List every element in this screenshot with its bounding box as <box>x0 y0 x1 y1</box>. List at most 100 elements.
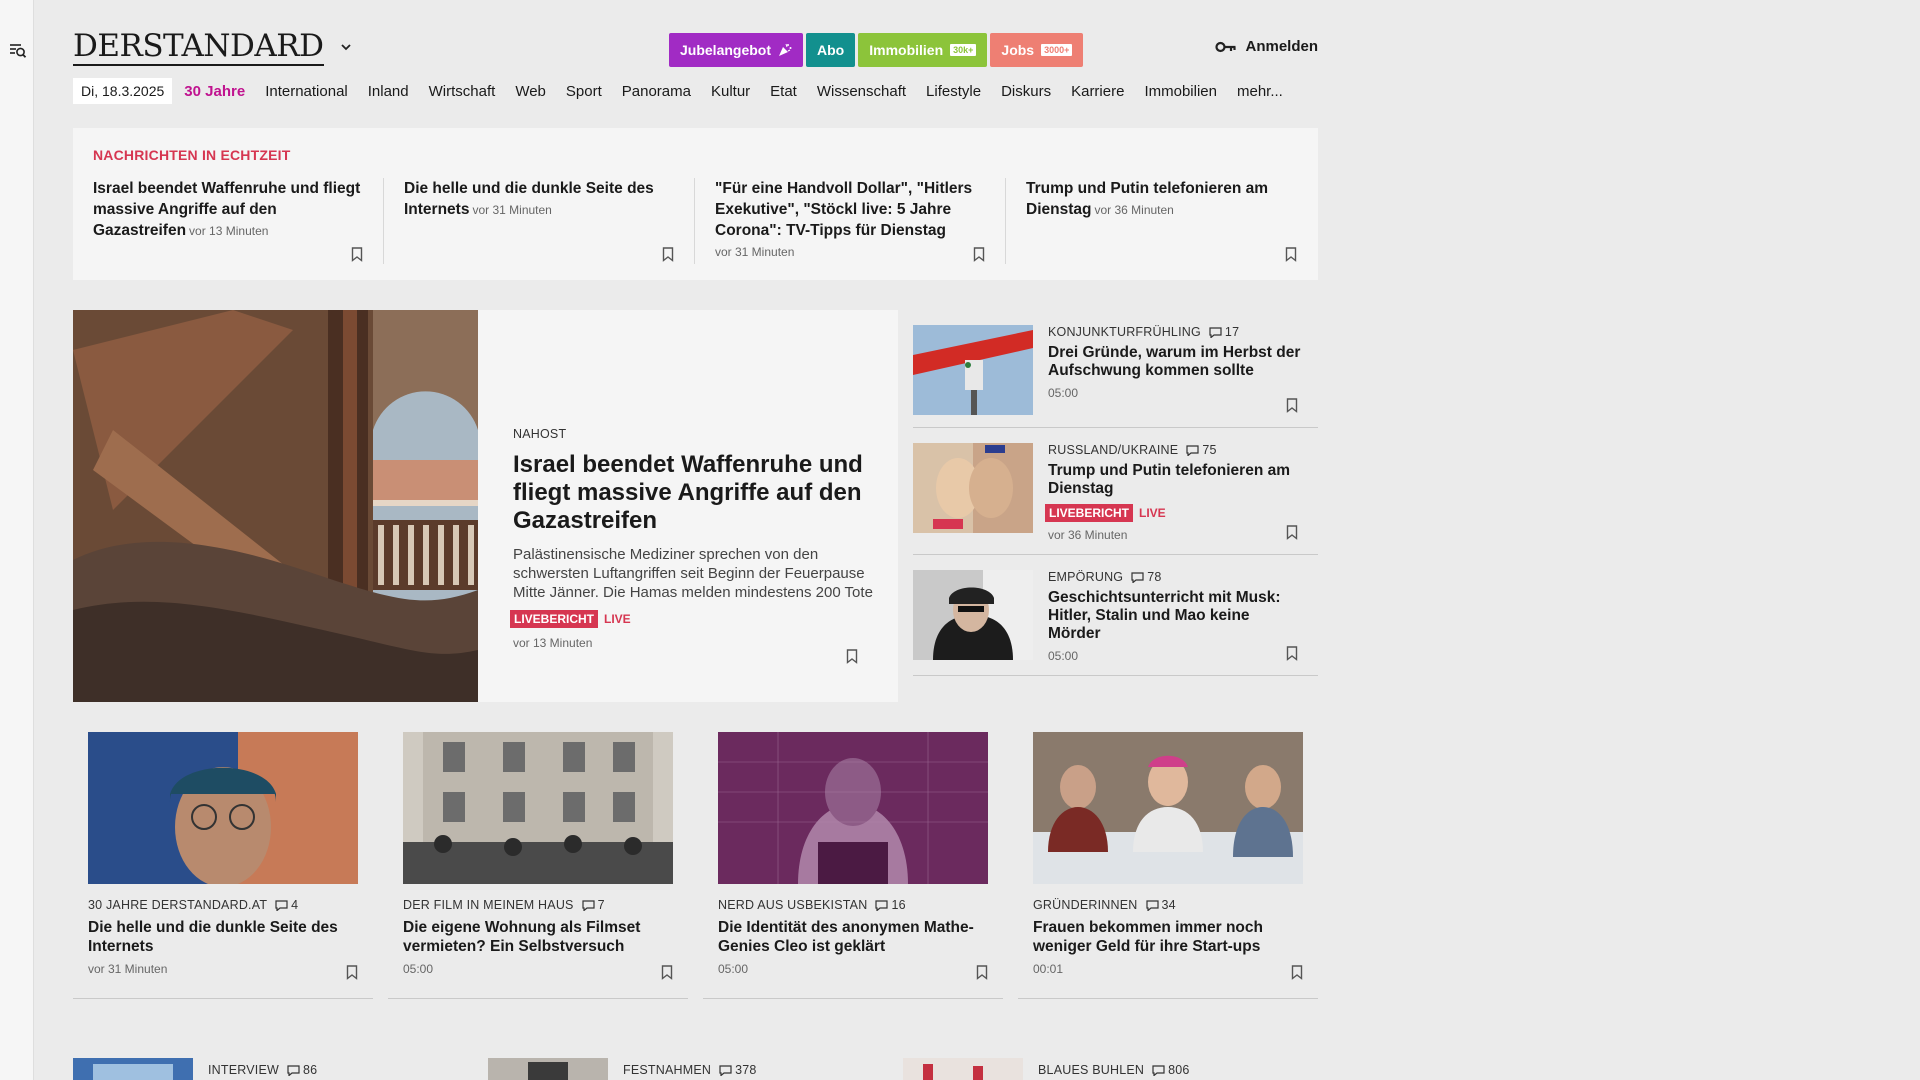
article-card[interactable]: 30 JAHRE DERSTANDARD.AT 4 Die helle und d… <box>73 716 373 999</box>
article-thumbnail[interactable] <box>488 1058 608 1080</box>
nav-item-diskurs[interactable]: Diskurs <box>1001 83 1051 100</box>
article-thumbnail[interactable] <box>1033 732 1303 884</box>
immobilien-button[interactable]: Immobilien 30k+ <box>858 33 988 67</box>
card-title[interactable]: Frauen bekommen immer noch weniger Geld … <box>1033 918 1303 956</box>
side-title[interactable]: Geschichtsunterricht mit Musk: Hitler, S… <box>1048 589 1303 643</box>
bookmark-icon[interactable] <box>1286 646 1298 661</box>
side-article[interactable]: RUSSLAND/UKRAINE 75 Trump und Putin telef… <box>913 428 1318 555</box>
card-kicker: NERD AUS USBEKISTAN <box>718 898 868 912</box>
comment-count[interactable]: 16 <box>875 898 906 912</box>
article-thumbnail[interactable] <box>913 443 1033 533</box>
nav-item-lifestyle[interactable]: Lifestyle <box>926 83 981 100</box>
bookmark-icon[interactable] <box>346 965 358 980</box>
ticker-item[interactable]: Israel beendet Waffenruhe und fliegt mas… <box>73 178 384 264</box>
comment-count-value: 17 <box>1224 325 1240 339</box>
bookmark-icon[interactable] <box>661 965 673 980</box>
article-thumbnail[interactable] <box>88 732 358 884</box>
bookmark-icon[interactable] <box>846 649 858 664</box>
article-thumbnail[interactable] <box>913 325 1033 415</box>
card-title[interactable]: Die eigene Wohnung als Filmset vermieten… <box>403 918 673 956</box>
nav-item-etat[interactable]: Etat <box>770 83 797 100</box>
card-title[interactable]: Die helle und die dunkle Seite des Inter… <box>88 918 358 956</box>
comment-count[interactable]: 4 <box>275 898 298 912</box>
site-logo[interactable]: DERSTANDARD <box>73 28 324 66</box>
left-sidebar <box>0 0 34 1080</box>
side-kicker: KONJUNKTURFRÜHLING <box>1048 325 1201 339</box>
comment-count[interactable]: 34 <box>1146 898 1176 912</box>
nav-item-30-jahre[interactable]: 30 Jahre <box>184 83 245 100</box>
card-time: 05:00 <box>403 962 434 976</box>
bookmark-icon[interactable] <box>1286 398 1298 413</box>
livebericht-badge: LIVEBERICHT <box>1045 504 1134 522</box>
card-time: 05:00 <box>718 962 749 976</box>
comment-count[interactable]: 75 <box>1186 443 1216 457</box>
bookmark-icon[interactable] <box>351 247 363 262</box>
key-icon <box>1215 41 1237 52</box>
nav-item-kultur[interactable]: Kultur <box>711 83 750 100</box>
article-card[interactable]: BLAUES BUHLEN 806 <box>903 1058 1318 1080</box>
bookmark-icon[interactable] <box>1291 965 1303 980</box>
comment-count[interactable]: 17 <box>1209 325 1239 339</box>
lead-image[interactable] <box>73 310 478 702</box>
nav-item-wirtschaft[interactable]: Wirtschaft <box>429 83 496 100</box>
nav-item-sport[interactable]: Sport <box>566 83 602 100</box>
menu-search-icon[interactable] <box>9 42 27 60</box>
comment-icon <box>1186 445 1199 456</box>
nav-item-web[interactable]: Web <box>515 83 546 100</box>
article-card[interactable]: FESTNAHMEN 378 <box>488 1058 903 1080</box>
article-thumbnail[interactable] <box>73 1058 193 1080</box>
nav-item-karriere[interactable]: Karriere <box>1071 83 1124 100</box>
comment-count[interactable]: 378 <box>719 1063 756 1077</box>
bookmark-icon[interactable] <box>662 247 674 262</box>
lead-article[interactable]: NAHOST Israel beendet Waffenruhe und fli… <box>73 310 898 702</box>
livebericht-badge: LIVEBERICHT <box>510 610 599 628</box>
article-row-bottom: INTERVIEW 86 FESTNAHMEN 378 BLAUES BUHLEN 8… <box>73 1058 1318 1080</box>
article-thumbnail[interactable] <box>403 732 673 884</box>
side-title[interactable]: Drei Gründe, warum im Herbst der Aufschw… <box>1048 344 1303 380</box>
ticker-item[interactable]: Trump und Putin telefonieren am Dienstag… <box>1006 178 1317 264</box>
article-card[interactable]: GRÜNDERINNEN 34 Frauen bekommen immer noc… <box>1018 716 1318 999</box>
article-thumbnail[interactable] <box>718 732 988 884</box>
comment-icon <box>1152 1065 1165 1076</box>
comment-count-value: 806 <box>1168 1063 1190 1077</box>
comment-count[interactable]: 7 <box>582 898 605 912</box>
comment-icon <box>287 1065 300 1076</box>
nav-item-more[interactable]: mehr... <box>1237 83 1283 100</box>
side-title[interactable]: Trump und Putin telefonieren am Dienstag <box>1048 462 1303 498</box>
article-card[interactable]: DER FILM IN MEINEM HAUS 7 Die eigene Wohn… <box>388 716 688 999</box>
bookmark-icon[interactable] <box>1286 525 1298 540</box>
card-kicker: INTERVIEW <box>208 1063 280 1077</box>
comment-icon <box>719 1065 732 1076</box>
ticker-item[interactable]: Die helle und die dunkle Seite des Inter… <box>384 178 695 264</box>
bookmark-icon[interactable] <box>973 247 985 262</box>
comment-icon <box>1131 572 1144 583</box>
comment-count[interactable]: 806 <box>1152 1063 1189 1077</box>
main-nav: Di, 18.3.2025 30 Jahre International Inl… <box>73 76 1303 106</box>
nav-item-immobilien[interactable]: Immobilien <box>1144 83 1217 100</box>
bookmark-icon[interactable] <box>976 965 988 980</box>
nav-item-inland[interactable]: Inland <box>368 83 409 100</box>
article-thumbnail[interactable] <box>913 570 1033 660</box>
comment-count[interactable]: 78 <box>1131 570 1161 584</box>
bookmark-icon[interactable] <box>1285 247 1297 262</box>
logo-menu[interactable]: DERSTANDARD <box>73 28 352 66</box>
chevron-down-icon[interactable] <box>340 41 352 53</box>
article-card[interactable]: NERD AUS USBEKISTAN 16 Die Identität des … <box>703 716 1003 999</box>
login-button[interactable]: Anmelden <box>1215 38 1318 55</box>
jubelangebot-button[interactable]: Jubelangebot <box>669 33 804 67</box>
card-title[interactable]: Die Identität des anonymen Mathe-Genies … <box>718 918 988 956</box>
lead-title[interactable]: Israel beendet Waffenruhe und fliegt mas… <box>513 451 873 535</box>
side-article[interactable]: KONJUNKTURFRÜHLING 17 Drei Gründe, warum … <box>913 310 1318 428</box>
ticker-item[interactable]: "Für eine Handvoll Dollar", "Hitlers Exe… <box>695 178 1006 264</box>
abo-button[interactable]: Abo <box>806 33 856 67</box>
nav-item-panorama[interactable]: Panorama <box>622 83 691 100</box>
comment-count[interactable]: 86 <box>287 1063 317 1077</box>
nav-item-international[interactable]: International <box>265 83 348 100</box>
article-thumbnail[interactable] <box>903 1058 1023 1080</box>
nav-item-wissenschaft[interactable]: Wissenschaft <box>817 83 906 100</box>
article-card[interactable]: INTERVIEW 86 <box>73 1058 488 1080</box>
jobs-button[interactable]: Jobs 3000+ <box>990 33 1084 67</box>
side-article[interactable]: EMPÖRUNG 78 Geschichtsunterricht mit Musk… <box>913 555 1318 676</box>
live-ticker: NACHRICHTEN IN ECHTZEIT Israel beendet W… <box>73 128 1318 280</box>
live-label: LIVE <box>1139 506 1166 520</box>
